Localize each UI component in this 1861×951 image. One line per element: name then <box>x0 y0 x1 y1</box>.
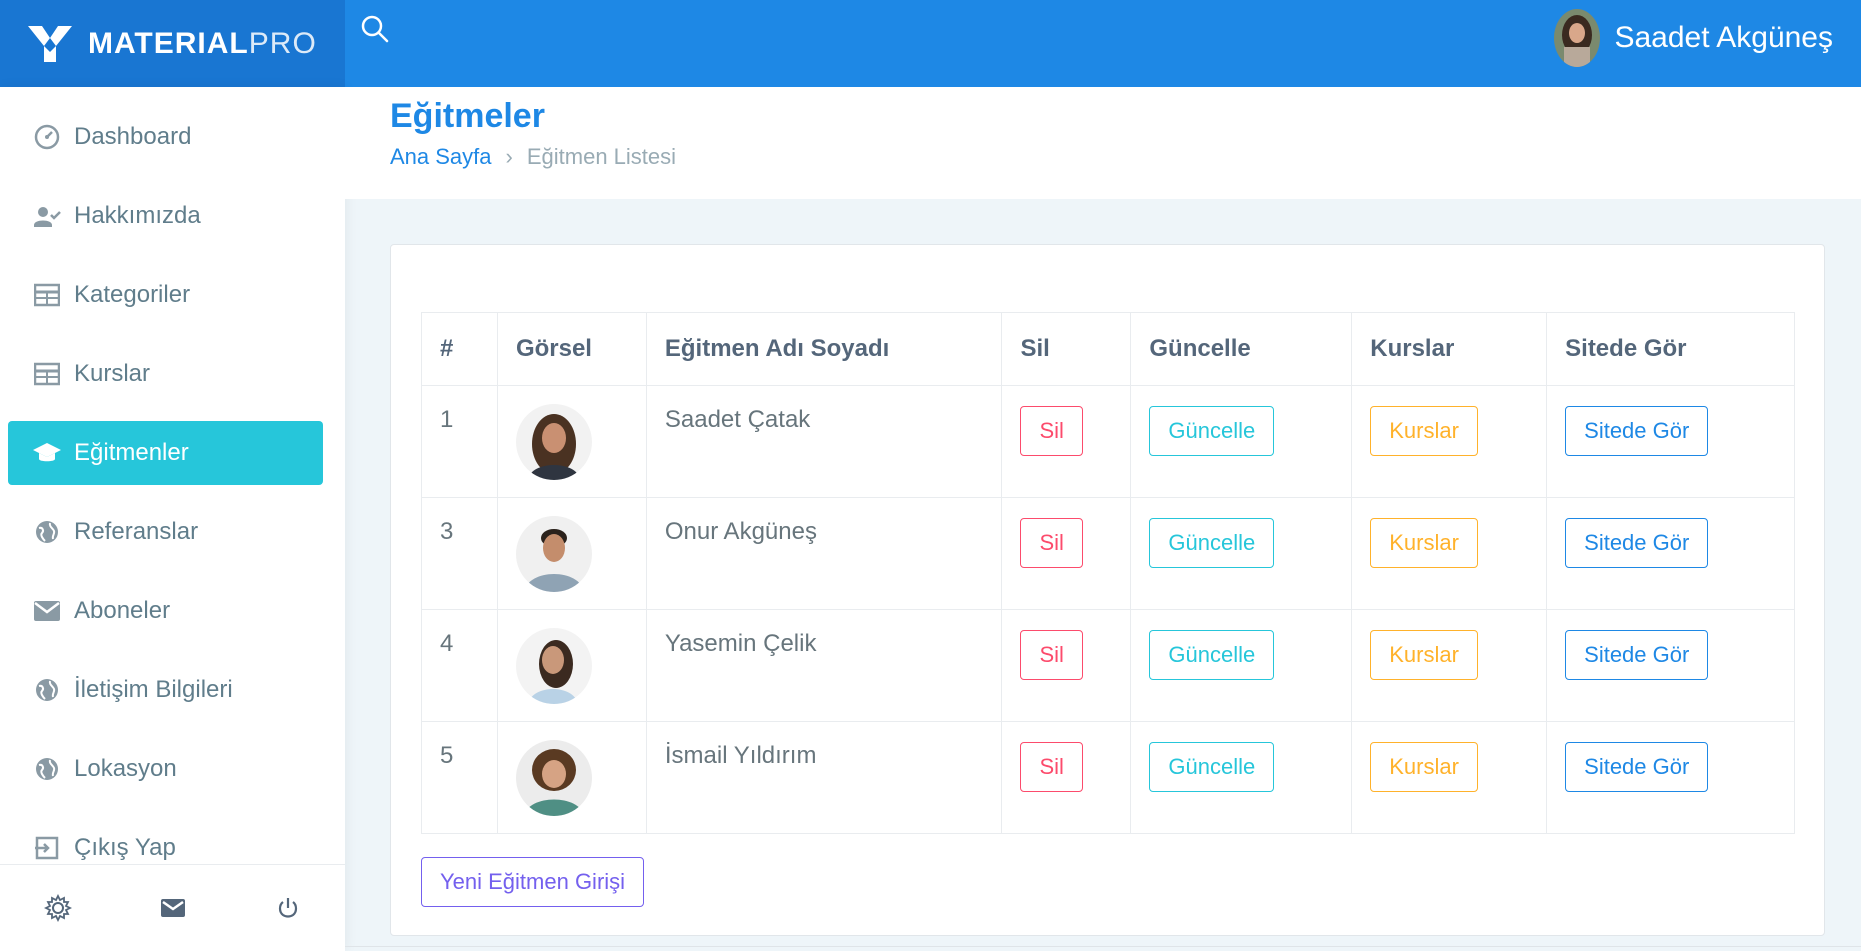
update-button[interactable]: Güncelle <box>1149 406 1275 456</box>
row-index: 1 <box>421 385 498 498</box>
globe-icon <box>32 517 62 547</box>
trainers-card: # Görsel Eğitmen Adı Soyadı Sil Güncelle… <box>390 244 1825 936</box>
table-row: 3 Onur Akgüneş Sil Güncelle Kurslar Site… <box>421 497 1795 610</box>
trainer-name: Onur Akgüneş <box>645 497 1003 610</box>
trainer-name: Yasemin Çelik <box>645 609 1003 722</box>
breadcrumb-home[interactable]: Ana Sayfa <box>390 144 492 170</box>
divider <box>345 946 1861 947</box>
sidebar-item-contact[interactable]: İletişim Bilgileri <box>8 658 323 722</box>
sidebar-item-label: Lokasyon <box>74 755 177 782</box>
chevron-right-icon: › <box>505 144 513 169</box>
sidebar-footer <box>0 864 345 951</box>
sidebar-item-label: Hakkımızda <box>74 202 201 229</box>
trainers-table: # Görsel Eğitmen Adı Soyadı Sil Güncelle… <box>421 312 1795 834</box>
sidebar-item-label: Aboneler <box>74 597 171 624</box>
update-button[interactable]: Güncelle <box>1149 518 1275 568</box>
sidebar-item-label: Kurslar <box>74 360 151 387</box>
table-row: 4 Yasemin Çelik Sil Güncelle Kurslar Sit… <box>421 609 1795 722</box>
row-index: 4 <box>421 609 498 722</box>
page-title: Eğitmeler <box>390 97 545 135</box>
sidebar-item-about[interactable]: Hakkımızda <box>8 184 323 248</box>
courses-button[interactable]: Kurslar <box>1370 406 1478 456</box>
logo-icon <box>28 25 72 62</box>
col-header-courses: Kurslar <box>1351 312 1548 386</box>
sidebar-nav: Dashboard Hakkımızda Kategoriler Kurslar… <box>0 87 345 880</box>
sidebar-item-subscribers[interactable]: Aboneler <box>8 579 323 643</box>
sidebar-item-categories[interactable]: Kategoriler <box>8 263 323 327</box>
sidebar-item-label: Çıkış Yap <box>74 834 176 861</box>
delete-button[interactable]: Sil <box>1020 630 1083 680</box>
logout-icon <box>32 833 62 863</box>
trainer-photo <box>515 404 592 480</box>
table-row: 5 İsmail Yıldırım Sil Güncelle Kurslar S… <box>421 721 1795 834</box>
logo[interactable]: MATERIALPRO <box>0 0 345 87</box>
row-index: 5 <box>421 721 498 834</box>
trainer-photo <box>515 740 592 816</box>
mail-icon[interactable] <box>153 888 193 928</box>
sidebar-item-references[interactable]: Referanslar <box>8 500 323 564</box>
gauge-icon <box>32 122 62 152</box>
power-icon[interactable] <box>268 888 308 928</box>
trainer-photo <box>515 628 592 704</box>
row-index: 3 <box>421 497 498 610</box>
logo-text: MATERIALPRO <box>88 26 317 60</box>
view-on-site-button[interactable]: Sitede Gör <box>1565 742 1709 792</box>
trainer-name: Saadet Çatak <box>645 385 1003 498</box>
breadcrumb-current: Eğitmen Listesi <box>526 144 677 169</box>
page-header: Eğitmeler Ana Sayfa › Eğitmen Listesi <box>345 87 1861 199</box>
col-header-view: Sitede Gör <box>1546 312 1795 386</box>
user-menu[interactable]: Saadet Akgüneş <box>1554 8 1833 68</box>
mail-icon <box>32 596 62 626</box>
sidebar-item-trainers[interactable]: Eğitmenler <box>8 421 323 485</box>
table-row: 1 Saadet Çatak Sil Güncelle Kurslar Site… <box>421 385 1795 498</box>
user-name: Saadet Akgüneş <box>1614 21 1833 54</box>
new-trainer-button[interactable]: Yeni Eğitmen Girişi <box>421 857 645 907</box>
sidebar-item-label: Dashboard <box>74 123 192 150</box>
trainer-photo <box>515 516 592 592</box>
col-header-delete: Sil <box>1001 312 1132 386</box>
delete-button[interactable]: Sil <box>1020 742 1083 792</box>
graduation-cap-icon <box>32 438 62 468</box>
update-button[interactable]: Güncelle <box>1149 630 1275 680</box>
delete-button[interactable]: Sil <box>1020 406 1083 456</box>
trainer-name: İsmail Yıldırım <box>645 721 1003 834</box>
breadcrumb: Ana Sayfa › Eğitmen Listesi <box>390 144 676 170</box>
user-check-icon <box>32 201 62 231</box>
view-on-site-button[interactable]: Sitede Gör <box>1565 630 1709 680</box>
search-icon[interactable] <box>360 14 396 50</box>
delete-button[interactable]: Sil <box>1020 518 1083 568</box>
sidebar-item-location[interactable]: Lokasyon <box>8 737 323 801</box>
sidebar-item-courses[interactable]: Kurslar <box>8 342 323 406</box>
update-button[interactable]: Güncelle <box>1149 742 1275 792</box>
view-on-site-button[interactable]: Sitede Gör <box>1565 406 1709 456</box>
sidebar: Dashboard Hakkımızda Kategoriler Kurslar… <box>0 87 345 951</box>
courses-button[interactable]: Kurslar <box>1370 518 1478 568</box>
col-header-update: Güncelle <box>1130 312 1353 386</box>
courses-button[interactable]: Kurslar <box>1370 742 1478 792</box>
col-header-name: Eğitmen Adı Soyadı <box>645 312 1003 386</box>
col-header-index: # <box>421 312 498 386</box>
sidebar-item-label: Kategoriler <box>74 281 191 308</box>
view-on-site-button[interactable]: Sitede Gör <box>1565 518 1709 568</box>
table-icon <box>32 280 62 310</box>
globe-icon <box>32 754 62 784</box>
table-icon <box>32 359 62 389</box>
sidebar-item-label: Eğitmenler <box>74 439 189 466</box>
sidebar-item-label: İletişim Bilgileri <box>74 676 233 703</box>
sidebar-item-dashboard[interactable]: Dashboard <box>8 105 323 169</box>
courses-button[interactable]: Kurslar <box>1370 630 1478 680</box>
globe-icon <box>32 675 62 705</box>
avatar <box>1554 9 1601 67</box>
sidebar-item-label: Referanslar <box>74 518 199 545</box>
gear-icon[interactable] <box>38 888 78 928</box>
table-header-row: # Görsel Eğitmen Adı Soyadı Sil Güncelle… <box>421 312 1795 386</box>
topbar: MATERIALPRO Saadet Akgüneş <box>0 0 1861 87</box>
col-header-image: Görsel <box>496 312 647 386</box>
